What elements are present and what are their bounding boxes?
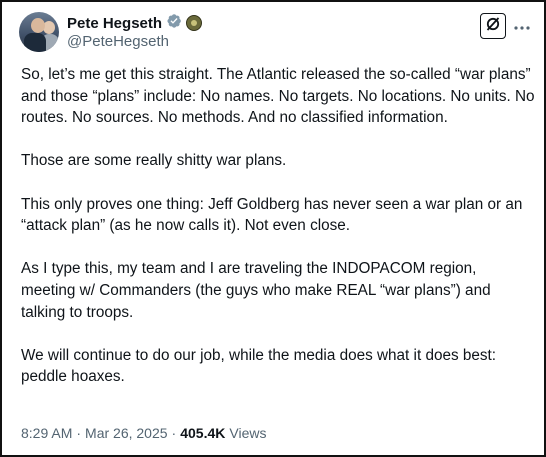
author-name-row: Pete Hegseth xyxy=(67,13,203,34)
post-time[interactable]: 8:29 AM xyxy=(21,425,72,441)
meta-separator: · xyxy=(76,425,82,441)
meta-separator: · xyxy=(171,425,177,441)
grok-icon xyxy=(485,16,501,37)
post-text: So, let’s me get this straight. The Atla… xyxy=(21,64,535,388)
post-paragraph: We will continue to do our job, while th… xyxy=(21,346,497,386)
author-handle[interactable]: @PeteHegseth xyxy=(67,33,169,50)
views-label[interactable]: Views xyxy=(229,425,266,441)
post-meta: 8:29 AM · Mar 26, 2025 · 405.4K Views xyxy=(21,425,266,441)
post-date[interactable]: Mar 26, 2025 xyxy=(85,425,168,441)
post-paragraph: Those are some really shitty war plans. xyxy=(21,152,287,170)
avatar[interactable] xyxy=(19,12,59,52)
more-options-icon xyxy=(514,17,530,35)
post-paragraph: As I type this, my team and I are travel… xyxy=(21,260,491,321)
post-paragraph: So, let’s me get this straight. The Atla… xyxy=(21,66,535,127)
views-count[interactable]: 405.4K xyxy=(180,425,225,441)
post-card: Pete Hegseth @PeteHegseth So, let’s me g… xyxy=(0,0,546,457)
grok-button[interactable] xyxy=(480,13,506,39)
department-of-defense-seal-icon[interactable] xyxy=(186,15,203,31)
post-paragraph: This only proves one thing: Jeff Goldber… xyxy=(21,195,523,235)
verified-badge-icon[interactable] xyxy=(166,13,182,34)
author-display-name[interactable]: Pete Hegseth xyxy=(67,15,162,32)
more-options-button[interactable] xyxy=(512,13,532,39)
